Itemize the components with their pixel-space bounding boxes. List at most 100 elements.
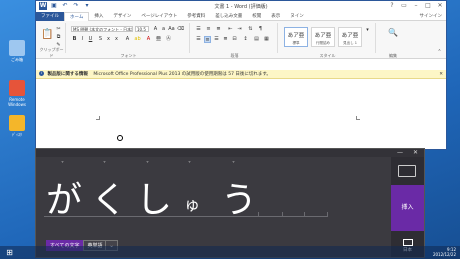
candidate-chevron-icon[interactable]: ˅ [146, 161, 149, 168]
tab-references[interactable]: 参考資料 [182, 12, 210, 21]
close-panel-icon[interactable]: ✕ [413, 149, 418, 157]
panel-action-column: 挿入 日本 [391, 157, 424, 257]
tab-home[interactable]: ホーム [64, 11, 90, 21]
sign-in-link[interactable]: サインイン [420, 13, 447, 19]
grow-font-icon[interactable]: A [152, 26, 159, 33]
candidate-chevron-icon[interactable]: ˅ [188, 161, 191, 168]
increase-indent-icon[interactable]: ⇥ [236, 26, 243, 33]
baseline-tick [304, 212, 305, 216]
borders-icon[interactable]: ▦ [263, 36, 270, 43]
app-shortcut-2-icon[interactable]: ﾃﾞｨｽｸ [2, 115, 32, 137]
candidate-chevron-icon[interactable]: ˅ [61, 161, 64, 168]
multilevel-list-icon[interactable]: ≣ [215, 26, 222, 33]
writing-baseline-empty [258, 216, 328, 217]
margin-corner-right [356, 116, 360, 120]
underline-icon[interactable]: U [87, 36, 94, 43]
window-controls: ? ▭ – □ ✕ [388, 2, 444, 9]
pen-cursor [117, 135, 123, 141]
tab-extra[interactable]: ヌイン [285, 12, 309, 21]
tab-file[interactable]: ファイル [36, 11, 64, 21]
distributed-icon[interactable]: ⊟ [231, 36, 238, 43]
italic-icon[interactable]: I [79, 36, 86, 43]
styles-more-icon[interactable]: ▾ [364, 27, 371, 34]
recycle-bin-icon[interactable]: ごみ箱 [2, 40, 32, 62]
change-case-icon[interactable]: Aa [168, 26, 175, 33]
clipboard-group: 📋 ✂ ⧉ ✎ クリップボード [38, 23, 66, 58]
style-heading-1[interactable]: あア亜 見出し 1 [338, 27, 362, 47]
panel-top-bar: — ✕ [36, 149, 424, 157]
style-normal[interactable]: あア亜 標準 [284, 27, 308, 47]
recycle-bin-image [9, 40, 25, 56]
baseline-tick [282, 212, 283, 216]
justify-icon[interactable]: ≣ [222, 36, 229, 43]
windows-logo-icon[interactable]: ⊞ [4, 247, 15, 258]
cut-icon[interactable]: ✂ [55, 26, 62, 33]
show-marks-icon[interactable]: ¶ [257, 26, 264, 33]
ribbon-display-icon[interactable]: ▭ [400, 2, 408, 9]
clear-formatting-icon[interactable]: ⌫ [177, 26, 184, 33]
shrink-font-icon[interactable]: a [160, 26, 167, 33]
writing-baseline [44, 216, 264, 217]
insert-button[interactable]: 挿入 [391, 185, 424, 231]
recognized-char[interactable]: ゅ [184, 191, 200, 215]
strikethrough-icon[interactable]: S [97, 36, 104, 43]
tab-review[interactable]: 校閲 [247, 12, 266, 21]
numbering-icon[interactable]: ≡ [205, 26, 212, 33]
tab-insert[interactable]: 挿入 [89, 12, 108, 21]
copy-icon[interactable]: ⧉ [55, 34, 62, 41]
style-sample: あア亜 [341, 33, 359, 39]
decrease-indent-icon[interactable]: ⇤ [227, 26, 234, 33]
title-bar: W ▣ ↶ ↷ ▾ 文書 1 - Word (評価版) ? ▭ – □ ✕ [36, 1, 446, 12]
shading-icon[interactable]: ▤ [253, 36, 260, 43]
font-color-icon[interactable]: A [145, 36, 152, 43]
close-info-icon[interactable]: ✕ [439, 70, 443, 78]
tab-mailings[interactable]: 差し込み文書 [210, 12, 247, 21]
superscript-icon[interactable]: x [113, 36, 120, 43]
maximize-icon[interactable]: □ [424, 2, 432, 9]
desktop-icon-label: ﾃﾞｨｽｸ [12, 132, 22, 137]
help-icon[interactable]: ? [388, 2, 396, 9]
candidate-chevron-icon[interactable]: ˅ [103, 161, 106, 168]
info-message: Microsoft Office Professional Plus 2013 … [93, 72, 271, 77]
text-effects-icon[interactable]: A [124, 36, 131, 43]
tab-view[interactable]: 表示 [266, 12, 285, 21]
align-right-icon[interactable]: ☰ [213, 36, 220, 43]
candidate-chevron-icon[interactable]: ˅ [232, 161, 235, 168]
baseline-tick [258, 212, 259, 216]
tab-design[interactable]: デザイン [108, 12, 136, 21]
app-shortcut-image [9, 80, 25, 96]
subscript-icon[interactable]: x [105, 36, 112, 43]
sort-icon[interactable]: ⇅ [247, 26, 254, 33]
minimize-panel-icon[interactable]: — [397, 149, 403, 157]
minimize-icon[interactable]: – [412, 2, 420, 9]
app-shortcut-2-image [9, 115, 25, 131]
style-no-spacing[interactable]: あア亜 行間詰め [311, 27, 335, 47]
align-left-icon[interactable]: ☰ [195, 36, 202, 43]
paste-icon[interactable]: 📋 [41, 28, 53, 42]
keyboard-switch-icon[interactable] [398, 165, 416, 177]
app-shortcut-icon[interactable]: Remote Windows [2, 80, 32, 107]
line-spacing-icon[interactable]: ↕ [242, 36, 249, 43]
system-clock[interactable]: 9:12 2012/12/22 [433, 247, 456, 257]
phonetic-guide-icon[interactable]: 亜 [155, 36, 162, 43]
bold-icon[interactable]: B [71, 36, 78, 43]
group-label: スタイル [319, 53, 336, 58]
bullets-icon[interactable]: ☰ [195, 26, 202, 33]
style-sample: あア亜 [314, 33, 332, 39]
find-icon[interactable]: 🔍 [388, 28, 398, 38]
close-icon[interactable]: ✕ [436, 2, 444, 9]
taskbar: ⊞ 9:12 2012/12/22 [0, 246, 460, 259]
highlight-icon[interactable]: ab [134, 36, 141, 43]
info-icon: i [39, 71, 44, 76]
window-title: 文書 1 - Word (評価版) [214, 4, 268, 10]
group-label: 編集 [389, 53, 397, 58]
tab-page-layout[interactable]: ページレイアウト [136, 12, 182, 21]
collapse-ribbon-icon[interactable]: ⌃ [436, 49, 443, 56]
font-name-select[interactable]: MS 明朝 (本文のフォント - 日本語) [71, 26, 133, 32]
ribbon: 📋 ✂ ⧉ ✎ クリップボード MS 明朝 (本文のフォント - 日本語) 10… [36, 21, 446, 59]
document-area[interactable] [36, 80, 446, 149]
font-size-select[interactable]: 10.5 [135, 26, 149, 32]
enclose-characters-icon[interactable]: Ⓐ [165, 36, 172, 43]
style-name: 標準 [292, 41, 300, 45]
center-icon[interactable]: ≡ [204, 36, 211, 43]
